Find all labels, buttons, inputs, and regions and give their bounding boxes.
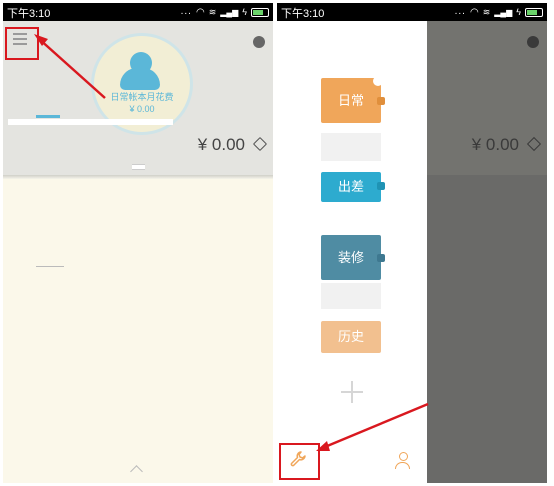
book-strap bbox=[377, 97, 385, 105]
circle-label: 日常帐本月花费 bbox=[110, 92, 174, 102]
charging-icon: ϟ bbox=[242, 7, 247, 17]
signal-dots: ... bbox=[454, 6, 466, 17]
user-body bbox=[395, 462, 410, 469]
cell-signal-icon: ▂▄▆ bbox=[494, 7, 513, 17]
battery-icon bbox=[525, 7, 543, 17]
total-amount: ¥ 0.00 bbox=[471, 135, 519, 154]
redaction-strip bbox=[321, 133, 381, 161]
status-bar: 下午3:10 ... ◠ ≋ ▂▄▆ ϟ bbox=[3, 3, 273, 21]
cell-signal-icon: ▂▄▆ bbox=[220, 7, 239, 17]
status-icons: ... ◠ ≋ ▂▄▆ ϟ bbox=[181, 6, 269, 18]
book-item-renovation[interactable]: 装修 bbox=[321, 235, 385, 280]
user-icon[interactable] bbox=[395, 452, 411, 470]
records-area bbox=[3, 179, 273, 483]
book-label: 日常 bbox=[337, 93, 364, 108]
circle-value: ¥ 0.00 bbox=[129, 104, 155, 114]
total-amount: ¥ 0.00 bbox=[197, 135, 245, 154]
progress-mark bbox=[36, 115, 60, 118]
book-label: 历史 bbox=[337, 329, 364, 344]
selected-check-icon bbox=[373, 76, 383, 86]
signal-dots: ... bbox=[180, 6, 192, 17]
plus-icon-vertical[interactable] bbox=[351, 381, 353, 403]
drag-handle[interactable] bbox=[132, 164, 145, 170]
book-item-daily[interactable]: 日常 bbox=[321, 76, 385, 123]
wifi-icon: ≋ bbox=[482, 6, 491, 17]
phone-screen-main: 下午3:10 ... ◠ ≋ ▂▄▆ ϟ 日常帐本月花费 ¥ 0.00 ¥ 0.… bbox=[3, 3, 273, 483]
status-time: 下午3:10 bbox=[281, 8, 325, 20]
book-item-trip[interactable]: 出差 bbox=[321, 172, 385, 202]
book-strap bbox=[377, 182, 385, 190]
status-icons: ... ◠ ≋ ▂▄▆ ϟ bbox=[455, 6, 543, 18]
headphone-icon: ◠ bbox=[195, 6, 205, 18]
redaction-strip bbox=[8, 119, 173, 125]
pie-chart-icon[interactable] bbox=[253, 36, 265, 48]
phone-screen-drawer: 下午3:10 ... ◠ ≋ ▂▄▆ ϟ ¥ 0.00 日常 出差 装修 历史 bbox=[277, 3, 547, 483]
user-head bbox=[399, 452, 408, 461]
book-label: 装修 bbox=[337, 250, 364, 265]
pie-chart-icon bbox=[527, 36, 539, 48]
book-drawer: 日常 出差 装修 历史 bbox=[277, 21, 427, 483]
book-strap bbox=[377, 254, 385, 262]
mascot-body bbox=[120, 68, 160, 90]
redaction-strip bbox=[321, 283, 381, 309]
divider bbox=[36, 266, 64, 267]
charging-icon: ϟ bbox=[516, 7, 521, 17]
wrench-highlight-box bbox=[279, 443, 320, 480]
wifi-icon: ≋ bbox=[208, 6, 217, 17]
book-label: 出差 bbox=[337, 179, 364, 194]
menu-highlight-box bbox=[5, 27, 39, 60]
status-bar: 下午3:10 ... ◠ ≋ ▂▄▆ ϟ bbox=[277, 3, 547, 21]
headphone-icon: ◠ bbox=[469, 6, 479, 18]
book-item-history[interactable]: 历史 bbox=[321, 321, 381, 353]
status-time: 下午3:10 bbox=[7, 8, 51, 20]
battery-icon bbox=[251, 7, 269, 17]
